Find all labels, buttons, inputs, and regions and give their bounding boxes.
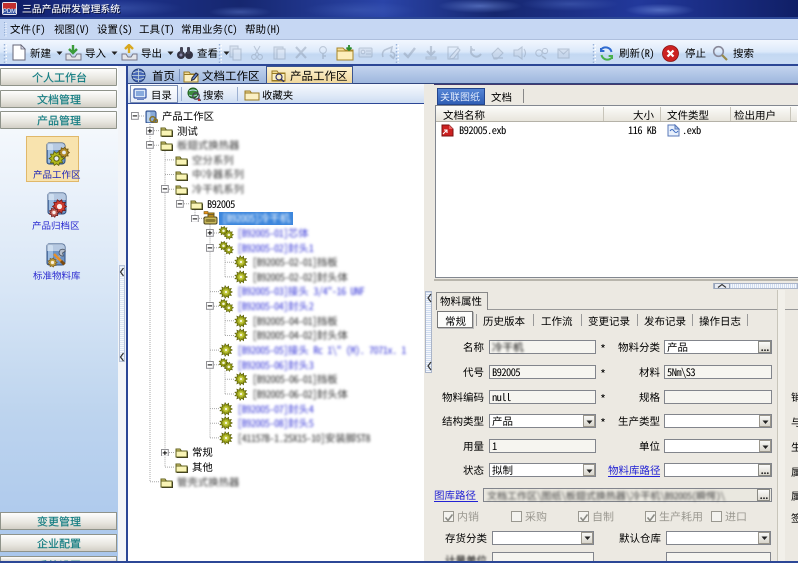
svg-text:PDM: PDM <box>3 9 16 15</box>
